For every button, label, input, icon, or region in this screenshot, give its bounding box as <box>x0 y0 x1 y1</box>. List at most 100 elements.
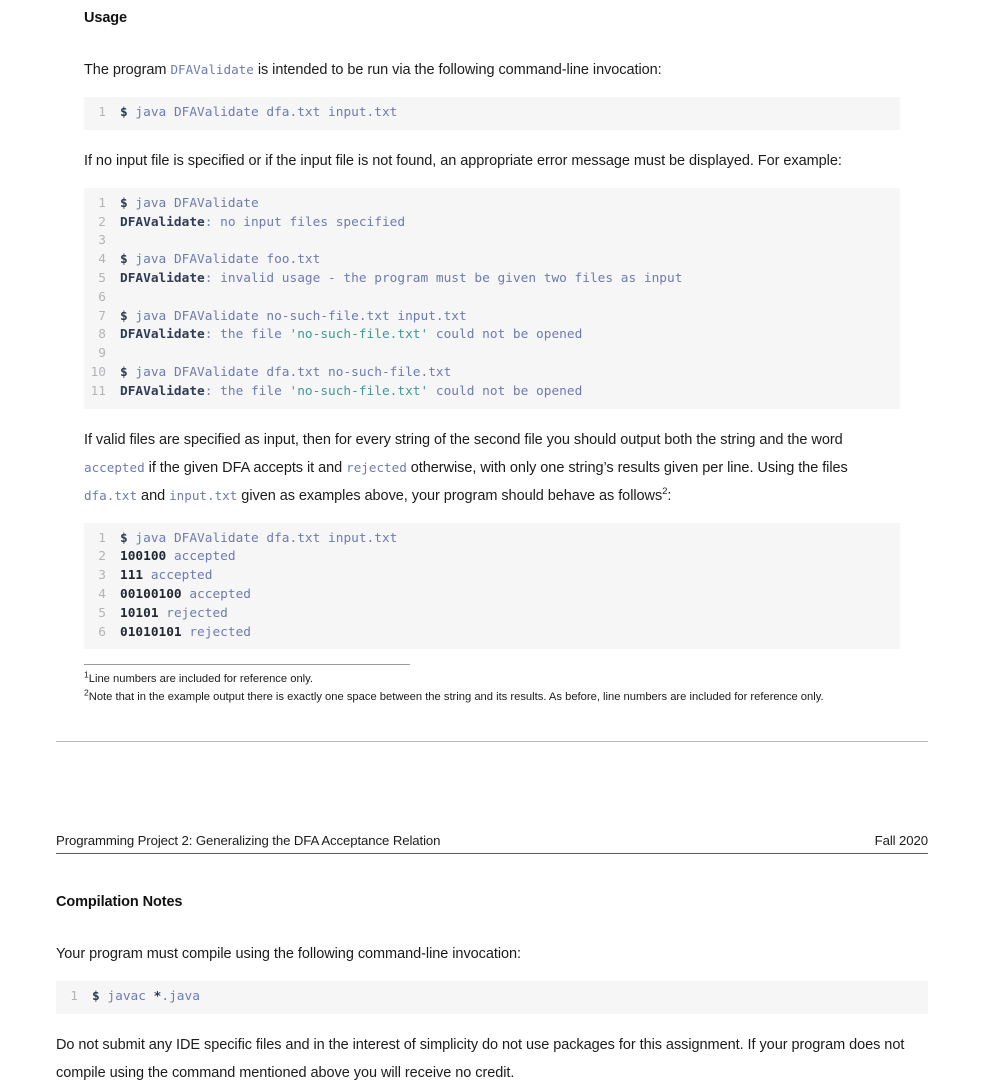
output-text-post: could not be opened <box>428 327 583 343</box>
output-text: : no input files specified <box>204 214 406 230</box>
code-line: 1 $ java DFAValidate dfa.txt input.txt <box>84 104 900 123</box>
command-text: java DFAValidate dfa.txt input.txt <box>127 530 398 546</box>
line-number: 4 <box>98 252 106 268</box>
code-line: 3 111 accepted <box>84 567 900 586</box>
code-line-content: $ java DFAValidate <box>120 195 259 214</box>
code-line: 5 10101 rejected <box>84 605 900 624</box>
output-text-post: could not be opened <box>428 383 583 399</box>
command-text-pre: javac <box>99 989 154 1005</box>
code-line-content: $ java DFAValidate foo.txt <box>120 251 320 270</box>
line-number: 9 <box>98 346 106 362</box>
code-line: 9 <box>84 345 900 364</box>
line-number: 2 <box>98 549 106 565</box>
code-line-content: DFAValidate: the file 'no-such-file.txt'… <box>120 383 582 402</box>
code-line: 6 01010101 rejected <box>84 624 900 643</box>
binary-string: 100100 <box>120 549 167 565</box>
binary-string: 111 <box>120 568 144 584</box>
code-line: 5 DFAValidate: invalid usage - the progra… <box>84 270 900 289</box>
string-literal: 'no-such-file.txt' <box>289 383 429 399</box>
shell-prompt: $ <box>120 364 128 380</box>
valid-seg-2: if the given DFA accepts it and <box>144 459 347 476</box>
line-number: 3 <box>98 233 106 249</box>
inline-code-accepted: accepted <box>84 459 145 475</box>
code-line: 2 100100 accepted <box>84 548 900 567</box>
shell-prompt: $ <box>120 195 128 211</box>
code-line: 4 $ java DFAValidate foo.txt <box>84 251 900 270</box>
output-text-pre: : the file <box>204 327 290 343</box>
line-number: 5 <box>98 605 106 621</box>
code-block-invocation: 1 $ java DFAValidate dfa.txt input.txt <box>84 97 900 130</box>
running-header-term: Fall 2020 <box>874 833 928 849</box>
line-number: 1 <box>98 105 106 120</box>
inline-code-dfavalidate: DFAValidate <box>170 62 254 77</box>
error-message-paragraph: If no input file is specified or if the … <box>84 152 842 169</box>
code-line: 2 DFAValidate: no input files specified <box>84 214 900 233</box>
valid-seg-1: If valid files are specified as input, t… <box>84 431 843 448</box>
code-line: 3 <box>84 232 900 251</box>
code-block-javac: 1 $ javac *.java <box>56 981 928 1015</box>
code-line-content: $ java DFAValidate dfa.txt input.txt <box>120 104 397 123</box>
inline-code-dfa-txt: dfa.txt <box>84 487 138 503</box>
binary-string: 10101 <box>120 605 159 621</box>
code-line: 11 DFAValidate: the file 'no-such-file.tx… <box>84 383 900 402</box>
command-text: java DFAValidate dfa.txt input.txt <box>127 105 398 120</box>
program-name: DFAValidate <box>120 327 205 343</box>
shell-prompt: $ <box>92 989 100 1005</box>
usage-heading: Usage <box>84 10 128 26</box>
running-header-title: Programming Project 2: Generalizing the … <box>56 833 441 849</box>
valid-seg-6: : <box>667 487 672 504</box>
verdict-text: accepted <box>181 586 251 602</box>
command-text: java DFAValidate no-such-file.txt input.… <box>127 308 467 324</box>
footnote-item: 1Line numbers are included for reference… <box>84 670 900 688</box>
line-number: 10 <box>90 364 106 380</box>
inline-code-input-txt: input.txt <box>169 487 238 503</box>
code-line-content: $ javac *.java <box>92 988 200 1007</box>
usage-intro-before: The program <box>84 62 171 78</box>
code-line-content: DFAValidate: no input files specified <box>120 214 405 233</box>
code-line-content: $ java DFAValidate no-such-file.txt inpu… <box>120 308 467 327</box>
binary-string: 00100100 <box>120 586 182 602</box>
line-number: 1 <box>70 989 78 1005</box>
code-line-content: DFAValidate: the file 'no-such-file.txt'… <box>120 326 582 345</box>
line-number: 8 <box>98 327 106 343</box>
string-literal: 'no-such-file.txt' <box>289 327 429 343</box>
footnote-area: 1Line numbers are included for reference… <box>84 664 900 706</box>
command-text: java DFAValidate <box>127 195 259 211</box>
code-block-expected-output: 1 $ java DFAValidate dfa.txt input.txt 21… <box>84 522 900 650</box>
code-line-content: 10101 rejected <box>120 605 228 624</box>
verdict-text: accepted <box>166 549 236 565</box>
valid-seg-3: otherwise, with only one string’s result… <box>406 459 848 476</box>
usage-section: Usage The program DFAValidate is intende… <box>0 0 984 706</box>
code-line-content: $ java DFAValidate dfa.txt input.txt <box>120 530 397 549</box>
compilation-notes-heading: Compilation Notes <box>56 894 183 911</box>
shell-prompt: $ <box>120 105 128 120</box>
valid-seg-4: and <box>137 487 170 504</box>
shell-prompt: $ <box>120 252 128 268</box>
usage-intro-after: is intended to be run via the following … <box>253 62 662 78</box>
footnote-item: 2Note that in the example output there i… <box>84 688 900 706</box>
footnote-text: Note that in the example output there is… <box>88 691 824 704</box>
compile-invocation-paragraph: Your program must compile using the foll… <box>56 946 522 963</box>
command-text: java DFAValidate dfa.txt no-such-file.tx… <box>127 364 452 380</box>
line-number: 4 <box>98 586 106 602</box>
line-number: 1 <box>98 530 106 546</box>
code-line: 7 $ java DFAValidate no-such-file.txt inp… <box>84 308 900 327</box>
verdict-text: accepted <box>143 568 213 584</box>
line-number: 5 <box>98 270 106 286</box>
binary-string: 01010101 <box>120 624 182 640</box>
code-line-content: 100100 accepted <box>120 548 236 567</box>
line-number: 7 <box>98 308 106 324</box>
line-number: 1 <box>98 195 106 211</box>
code-line-content: DFAValidate: invalid usage - the program… <box>120 270 682 289</box>
valid-files-paragraph: If valid files are specified as input, t… <box>84 426 900 510</box>
output-text: : invalid usage - the program must be gi… <box>204 270 683 286</box>
line-number: 6 <box>98 289 106 305</box>
code-line: 1 $ java DFAValidate <box>84 195 900 214</box>
code-line: 10 $ java DFAValidate dfa.txt no-such-fil… <box>84 364 900 383</box>
usage-intro-paragraph: The program DFAValidate is intended to b… <box>84 56 900 84</box>
document-page: Usage The program DFAValidate is intende… <box>0 0 984 1081</box>
code-line-content: 111 accepted <box>120 567 212 586</box>
page-separator <box>56 741 928 743</box>
shell-prompt: $ <box>120 530 128 546</box>
compilation-notes-section: Compilation Notes Your program must comp… <box>0 894 984 1087</box>
